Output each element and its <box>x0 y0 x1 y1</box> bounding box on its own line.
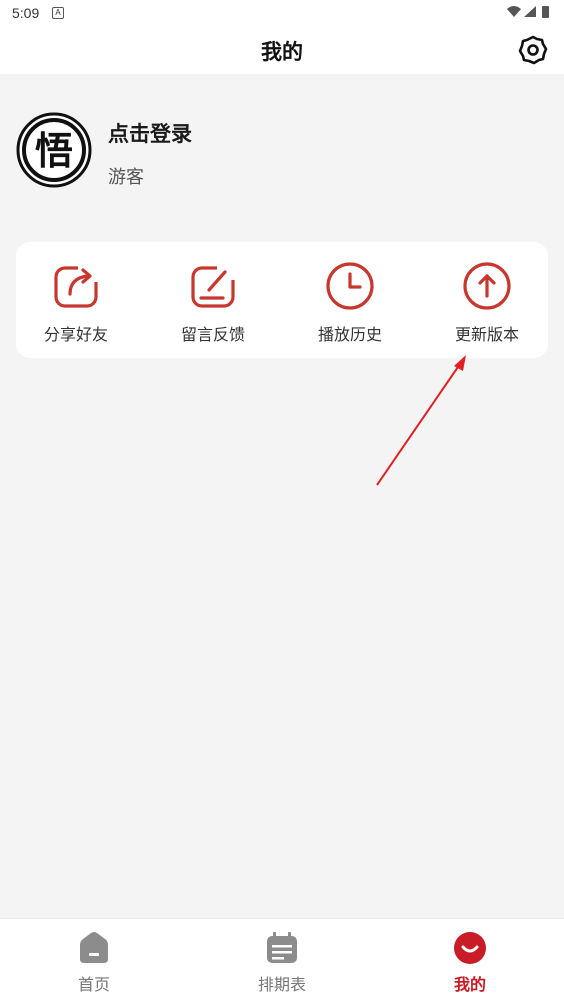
play-history-button[interactable]: 播放历史 <box>290 260 410 350</box>
signal-icon <box>524 6 536 17</box>
feedback-button[interactable]: 留言反馈 <box>153 260 273 350</box>
nav-label-home: 首页 <box>77 975 110 994</box>
header: 我的 <box>0 26 564 74</box>
share-icon <box>54 262 100 308</box>
arrow-up-circle-icon <box>463 262 511 310</box>
play-history-label: 播放历史 <box>317 325 382 344</box>
status-icons <box>506 4 552 24</box>
nav-item-schedule[interactable]: 排期表 <box>212 931 352 1001</box>
annotation-arrow <box>376 355 466 486</box>
nav-label-schedule: 排期表 <box>257 975 306 994</box>
bottom-nav: 首页 排期表 我的 <box>0 918 564 1005</box>
user-role-label: 游客 <box>108 167 144 188</box>
profile-section[interactable]: 悟 点击登录 游客 <box>16 112 536 192</box>
update-version-label: 更新版本 <box>454 325 519 344</box>
nav-item-mine[interactable]: 我的 <box>400 931 540 1001</box>
update-version-button[interactable]: 更新版本 <box>427 260 547 350</box>
login-link[interactable]: 点击登录 <box>108 118 192 148</box>
avatar[interactable]: 悟 <box>16 112 92 188</box>
feedback-icon <box>191 262 237 308</box>
calendar-icon <box>267 932 297 963</box>
share-friends-button[interactable]: 分享好友 <box>16 260 136 350</box>
page-title: 我的 <box>261 40 303 64</box>
gear-icon <box>518 35 548 65</box>
nav-label-mine: 我的 <box>453 975 486 994</box>
notification-icon: A <box>52 7 64 19</box>
battery-icon <box>542 6 549 18</box>
share-friends-label: 分享好友 <box>43 325 108 344</box>
wifi-icon <box>507 6 521 17</box>
status-time: 5:09 <box>12 5 40 21</box>
quick-actions-card: 分享好友 留言反馈 播放历史 更新版本 <box>16 242 548 358</box>
status-bar: 5:09 A <box>0 0 564 26</box>
settings-button[interactable] <box>516 33 550 67</box>
avatar-char: 悟 <box>35 129 73 173</box>
clock-icon <box>326 262 374 310</box>
home-icon <box>80 932 108 963</box>
nav-item-home[interactable]: 首页 <box>24 931 164 1001</box>
smile-icon <box>454 932 486 964</box>
feedback-label: 留言反馈 <box>180 325 245 344</box>
